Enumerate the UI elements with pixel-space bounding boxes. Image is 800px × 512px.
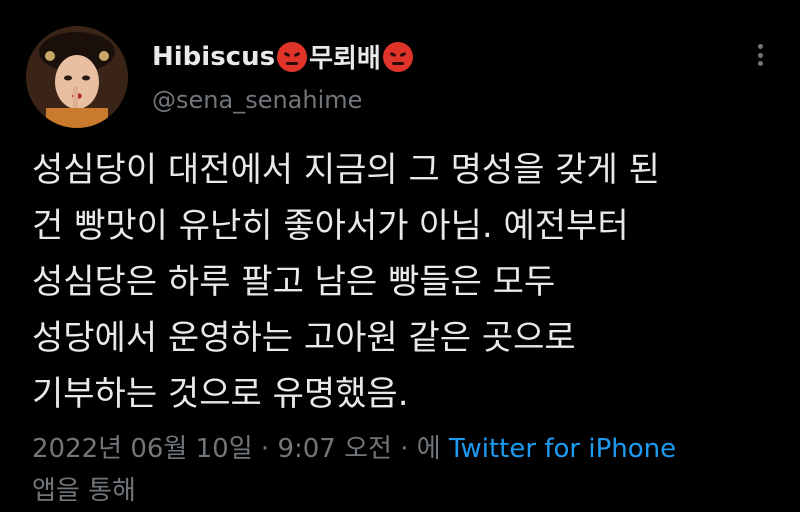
display-name-suffix: 무뢰배 (309, 44, 381, 74)
avatar-image (26, 26, 128, 128)
tweet-line: 기부하는 것으로 유명했음. (32, 374, 409, 414)
more-options-icon[interactable] (752, 40, 768, 70)
tweet-text: 성심당이 대전에서 지금의 그 명성을 갖게 된 건 빵맛이 유난히 좋아서가 … (32, 142, 782, 422)
via-suffix: 앱을 통해 (32, 476, 136, 506)
tweet-line: 건 빵맛이 유난히 좋아서가 아님. 예전부터 (32, 206, 629, 246)
display-name-text: Hibiscus (152, 41, 276, 72)
angry-face-icon (382, 41, 413, 72)
avatar[interactable] (26, 26, 128, 128)
tweet-line: 성당에서 운영하는 고아원 같은 곳으로 (32, 318, 576, 358)
separator: · (391, 434, 417, 464)
dot (757, 44, 763, 49)
tweet-date[interactable]: 2022년 06월 10일 (32, 434, 253, 464)
author-handle[interactable]: @sena_senahime (152, 86, 362, 114)
author-display-name[interactable]: Hibiscus 무뢰배 (152, 38, 415, 75)
source-link[interactable]: Twitter for iPhone (449, 434, 676, 464)
tweet-line: 성심당은 하루 팔고 남은 빵들은 모두 (32, 262, 556, 302)
angry-face-icon (277, 41, 308, 72)
tweet-time[interactable]: 9:07 오전 (277, 434, 392, 464)
via-prefix: 에 (416, 434, 449, 464)
dot (757, 52, 763, 58)
separator: · (252, 434, 278, 464)
tweet-meta: 2022년 06월 10일 · 9:07 오전 · 에 Twitter for … (32, 428, 772, 512)
tweet-line: 성심당이 대전에서 지금의 그 명성을 갖게 된 (32, 150, 660, 190)
dot (757, 61, 763, 66)
